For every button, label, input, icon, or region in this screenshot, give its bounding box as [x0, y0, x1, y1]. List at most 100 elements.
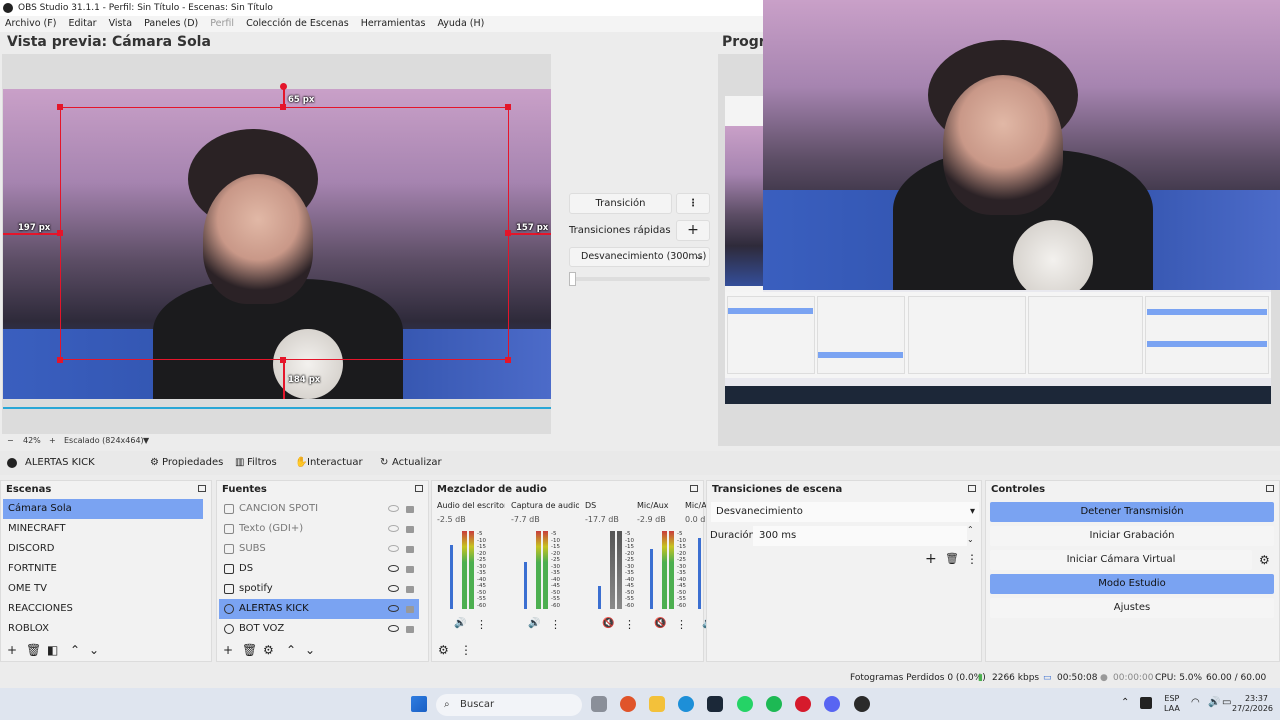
duration-stepper[interactable]: ⌃ ⌄ — [967, 525, 974, 545]
properties-button[interactable]: Propiedades — [162, 451, 223, 475]
source-item[interactable]: spotify — [219, 579, 419, 599]
obs-taskbar-icon[interactable] — [854, 696, 870, 712]
lock-icon[interactable] — [406, 506, 414, 513]
lock-icon[interactable] — [406, 526, 414, 533]
lock-icon[interactable] — [406, 586, 414, 593]
speaker-icon[interactable]: 🔊 — [454, 618, 466, 629]
language-indicator[interactable]: ESP LAA — [1164, 694, 1180, 714]
move-up-icon[interactable]: ⌃ — [286, 643, 296, 657]
menu-profile[interactable]: Perfil — [210, 18, 234, 29]
volume-fader[interactable] — [450, 545, 453, 609]
tbar-slider[interactable] — [569, 277, 710, 281]
muted-speaker-icon[interactable]: 🔇 — [602, 618, 614, 629]
edge-icon[interactable] — [678, 696, 694, 712]
battery-icon[interactable]: ▭ — [1222, 697, 1231, 708]
more-menu-icon[interactable]: ⋮ — [966, 552, 978, 566]
hidden-eye-icon[interactable] — [388, 505, 399, 512]
trash-icon[interactable]: 🗑 — [945, 552, 959, 565]
refresh-button[interactable]: Actualizar — [392, 451, 442, 475]
settings-button[interactable]: Ajustes — [990, 598, 1274, 618]
scene-item[interactable]: DISCORD — [3, 539, 203, 559]
channel-menu-icon[interactable]: ⋮ — [550, 618, 561, 631]
eye-icon[interactable] — [388, 625, 399, 632]
source-item[interactable]: Texto (GDI+) — [219, 519, 419, 539]
trash-icon[interactable]: 🗑 — [26, 643, 41, 657]
channel-menu-icon[interactable]: ⋮ — [624, 618, 635, 631]
move-down-icon[interactable]: ⌄ — [305, 643, 315, 657]
zoom-in-icon[interactable]: + — [49, 434, 56, 448]
trash-icon[interactable]: 🗑 — [242, 643, 257, 657]
tray-app-icon[interactable] — [1140, 697, 1152, 709]
gear-icon[interactable]: ⚙ — [263, 643, 274, 657]
transition-button[interactable]: Transición — [569, 193, 672, 214]
studio-mode-button[interactable]: Modo Estudio — [990, 574, 1274, 594]
scene-item[interactable]: MINECRAFT — [3, 519, 203, 539]
menu-tools[interactable]: Herramientas — [361, 18, 426, 29]
discord-icon[interactable] — [824, 696, 840, 712]
volume-fader[interactable] — [698, 538, 701, 609]
taskbar-search[interactable]: ⌕ Buscar — [436, 694, 582, 716]
virtual-cam-settings-gear-icon[interactable]: ⚙ — [1259, 553, 1270, 567]
add-transition-icon[interactable]: + — [925, 551, 937, 567]
filters-button[interactable]: Filtros — [247, 451, 277, 475]
move-up-icon[interactable]: ⌃ — [70, 643, 80, 657]
source-item[interactable]: CANCION SPOTI — [219, 499, 419, 519]
zoom-out-icon[interactable]: − — [7, 434, 14, 448]
clock[interactable]: 23:37 27/2/2026 — [1232, 694, 1273, 714]
advanced-audio-icon[interactable]: ⚙ — [438, 643, 449, 657]
source-item[interactable]: ALERTAS KICK — [219, 599, 419, 619]
volume-fader[interactable] — [650, 549, 653, 609]
lock-icon[interactable] — [406, 606, 414, 613]
more-menu-icon[interactable]: ⋮ — [460, 643, 472, 657]
windows-start-icon[interactable] — [411, 696, 427, 712]
stop-stream-button[interactable]: Detener Transmisión — [990, 502, 1274, 522]
eye-icon[interactable] — [388, 605, 399, 612]
transition-select[interactable]: Desvanecimiento ▾ — [711, 502, 979, 522]
scene-item[interactable]: FORTNITE — [3, 559, 203, 579]
scene-item[interactable]: Cámara Sola — [3, 499, 203, 519]
chevron-down-icon[interactable]: ▼ — [143, 434, 149, 448]
menu-view[interactable]: Vista — [109, 18, 132, 29]
interact-button[interactable]: Interactuar — [307, 451, 363, 475]
muted-speaker-icon[interactable]: 🔇 — [654, 618, 666, 629]
eye-icon[interactable] — [388, 585, 399, 592]
add-icon[interactable]: + — [7, 643, 17, 657]
undock-icon[interactable] — [1266, 485, 1274, 492]
start-virtual-cam-button[interactable]: Iniciar Cámara Virtual — [990, 550, 1252, 570]
menu-file[interactable]: Archivo (F) — [5, 18, 56, 29]
tbar-handle[interactable] — [569, 272, 576, 286]
opera-icon[interactable] — [795, 696, 811, 712]
scene-item[interactable]: ROBLOX — [3, 619, 203, 639]
scene-item[interactable]: REACCIONES — [3, 599, 203, 619]
lock-icon[interactable] — [406, 626, 414, 633]
resize-handle-bl[interactable] — [57, 357, 63, 363]
menu-docks[interactable]: Paneles (D) — [144, 18, 198, 29]
resize-handle-tl[interactable] — [57, 104, 63, 110]
undock-icon[interactable] — [690, 485, 698, 492]
tray-expand-icon[interactable]: ⌃ — [1121, 697, 1129, 708]
lock-icon[interactable] — [406, 566, 414, 573]
undock-icon[interactable] — [198, 485, 206, 492]
menu-help[interactable]: Ayuda (H) — [437, 18, 484, 29]
resize-handle-tr[interactable] — [505, 104, 511, 110]
lock-icon[interactable] — [406, 546, 414, 553]
add-quick-transition-button[interactable]: + — [676, 220, 710, 241]
steam-icon[interactable] — [707, 696, 723, 712]
file-explorer-icon[interactable] — [649, 696, 665, 712]
spotify-icon[interactable] — [766, 696, 782, 712]
undock-icon[interactable] — [415, 485, 423, 492]
hidden-eye-icon[interactable] — [388, 525, 399, 532]
source-item[interactable]: SUBS — [219, 539, 419, 559]
volume-icon[interactable]: 🔊 — [1208, 697, 1220, 708]
whatsapp-icon[interactable] — [737, 696, 753, 712]
move-down-icon[interactable]: ⌄ — [89, 643, 99, 657]
transition-menu-button[interactable]: ⋮ — [676, 193, 710, 214]
scale-mode[interactable]: Escalado (824x464) — [64, 434, 144, 448]
volume-fader[interactable] — [598, 586, 601, 609]
source-item[interactable]: BOT VOZ — [219, 619, 419, 639]
channel-menu-icon[interactable]: ⋮ — [476, 618, 487, 631]
resize-handle-br[interactable] — [505, 357, 511, 363]
filter-icon[interactable]: ◧ — [47, 643, 58, 657]
undock-icon[interactable] — [968, 485, 976, 492]
eye-icon[interactable] — [388, 565, 399, 572]
